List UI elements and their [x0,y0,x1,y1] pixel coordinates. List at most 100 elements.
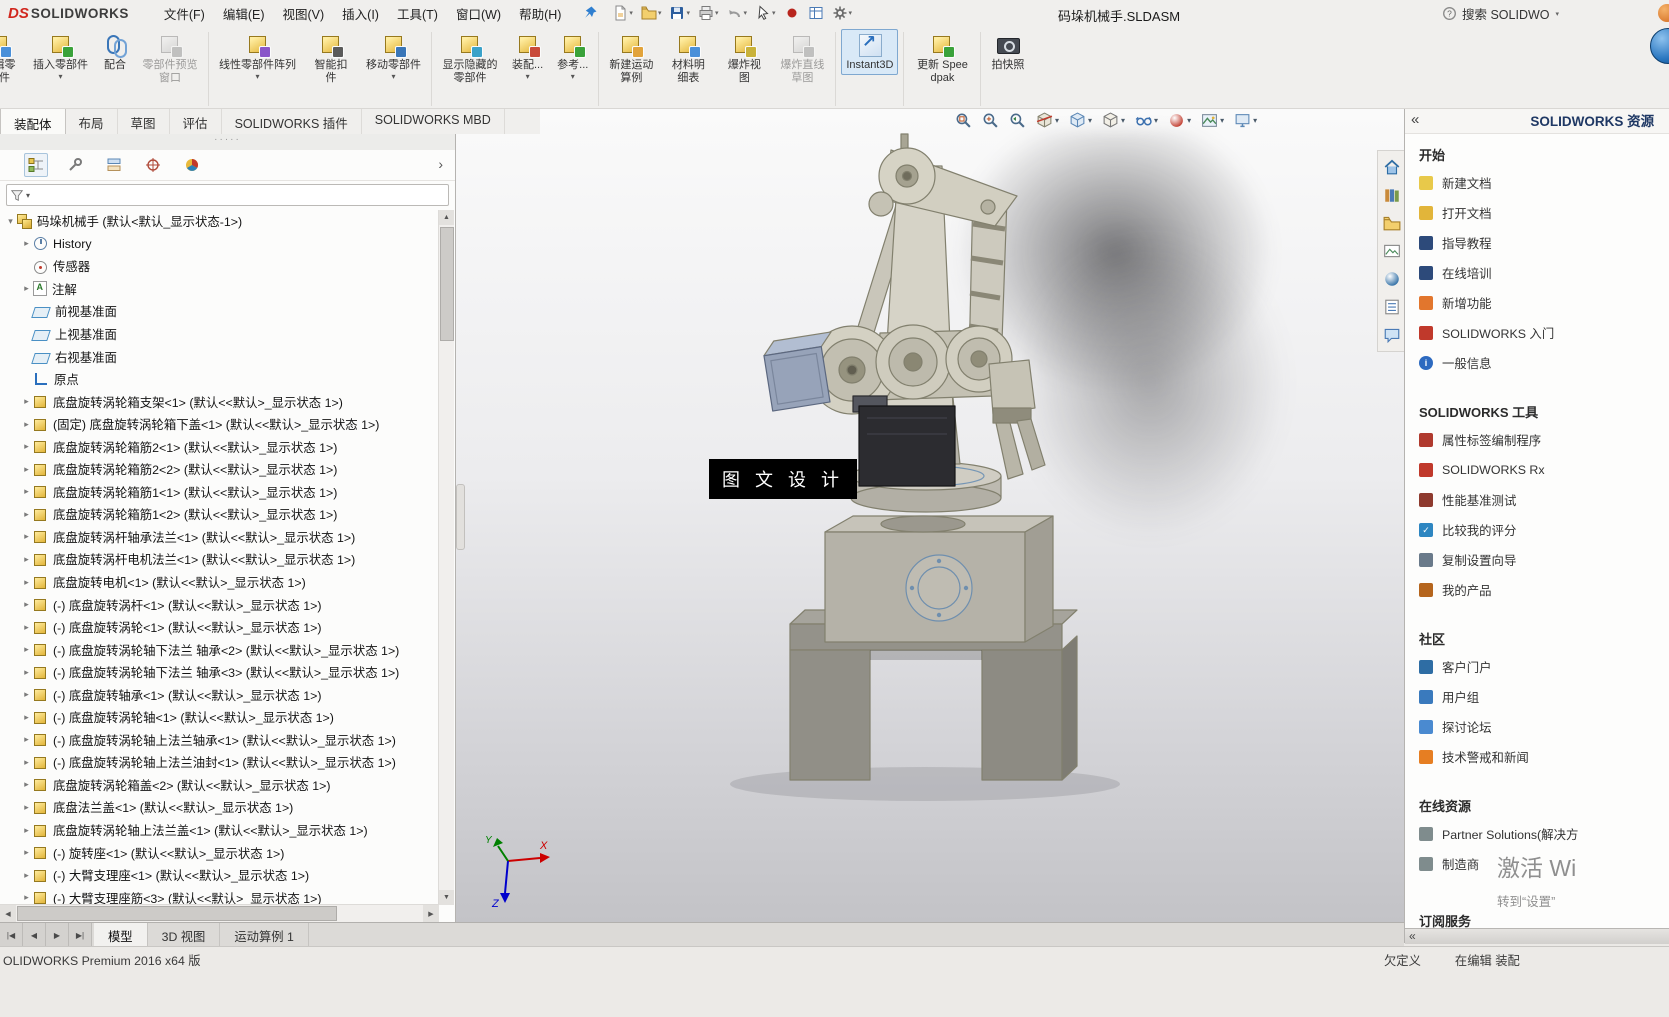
taskpane-link[interactable]: 性能基准测试 [1419,485,1669,515]
expand-arrow-icon[interactable]: ▸ [20,847,33,858]
tree-item[interactable]: ▸底盘旋转涡轮箱筋2<1> (默认<<默认>_显示状态 1>) [0,435,438,458]
tree-horizontal-scrollbar[interactable]: ◀ ▶ [0,904,439,922]
taskpane-link[interactable]: 新增功能 [1419,288,1669,318]
configuration-manager-tab[interactable] [102,153,126,177]
custom-properties-tab[interactable] [1378,293,1405,321]
apply-scene-button[interactable]: ▾ [1201,112,1224,129]
expand-arrow-icon[interactable]: ▸ [20,509,33,520]
undo-button[interactable]: ▾ [724,3,749,23]
scroll-left-arrow[interactable]: ◀ [0,905,16,922]
doc-tab-2[interactable]: 运动算例 1 [220,923,308,947]
expand-arrow-icon[interactable]: ▸ [20,779,33,790]
record-button[interactable] [782,3,802,23]
expand-arrow-icon[interactable]: ▸ [20,577,33,588]
scroll-right-arrow[interactable]: ▶ [423,905,439,922]
insert-component-button[interactable]: 插入零部件▾ [28,29,93,84]
expand-arrow-icon[interactable]: ▸ [20,531,33,542]
linear-pattern-button[interactable]: 线性零部件阵列▾ [214,29,301,84]
tree-item[interactable]: 上视基准面 [0,323,438,346]
expand-arrow-icon[interactable]: ▸ [20,734,33,745]
command-tab-1[interactable]: 布局 [66,108,118,134]
tree-item[interactable]: ▸底盘旋转涡轮箱盖<2> (默认<<默认>_显示状态 1>) [0,774,438,797]
tree-item[interactable]: 右视基准面 [0,345,438,368]
smart-fasteners-button[interactable]: 智能扣件 [305,29,357,87]
resources-home-tab[interactable] [1378,153,1405,181]
tree-item[interactable]: ▸底盘旋转涡轮轴上法兰盖<1> (默认<<默认>_显示状态 1>) [0,819,438,842]
user-avatar[interactable] [1658,4,1669,22]
taskpane-link[interactable]: 用户组 [1419,682,1669,712]
appearances-tab[interactable] [1378,265,1405,293]
expand-arrow-icon[interactable]: ▸ [20,464,33,475]
tree-item[interactable]: ▸底盘法兰盖<1> (默认<<默认>_显示状态 1>) [0,796,438,819]
expand-arrow-icon[interactable]: ▸ [20,396,33,407]
expand-arrow-icon[interactable]: ▸ [20,644,33,655]
scroll-down-arrow[interactable]: ▼ [439,890,454,905]
panel-flyout-arrow[interactable]: › [438,156,443,172]
menu-edit[interactable]: 编辑(E) [214,0,274,27]
search-box[interactable]: ? 搜索 SOLIDWO ▾ [1442,4,1559,23]
tree-item[interactable]: ▸底盘旋转涡轮箱支架<1> (默认<<默认>_显示状态 1>) [0,390,438,413]
tree-item[interactable]: ▸底盘旋转涡轮箱筋2<2> (默认<<默认>_显示状态 1>) [0,458,438,481]
collapse-section-icon[interactable]: « [1405,929,1420,945]
taskpane-link[interactable]: ✓比较我的评分 [1419,515,1669,545]
reference-geometry-button[interactable]: 参考...▾ [552,29,593,84]
zoom-previous-button[interactable] [1009,112,1026,129]
menu-window[interactable]: 窗口(W) [447,0,510,27]
taskpane-link[interactable]: 指导教程 [1419,228,1669,258]
taskpane-link[interactable]: 打开文档 [1419,198,1669,228]
command-tab-3[interactable]: 评估 [170,108,222,134]
forum-tab[interactable] [1378,321,1405,349]
taskpane-link[interactable]: SOLIDWORKS Rx [1419,455,1669,485]
tree-filter-input[interactable]: ▾ [6,184,449,206]
view-palette-tab[interactable] [1378,237,1405,265]
expand-arrow-icon[interactable]: ▸ [20,486,33,497]
command-tab-4[interactable]: SOLIDWORKS 插件 [222,108,362,134]
open-document-button[interactable]: ▾ [639,3,664,23]
scroll-up-arrow[interactable]: ▲ [439,210,454,225]
taskpane-link[interactable]: 客户门户 [1419,652,1669,682]
first-tab-button[interactable]: |◀ [0,923,23,947]
taskpane-link[interactable]: 技术警戒和新闻 [1419,742,1669,772]
tree-item[interactable]: ▸(-) 大臂支理座<1> (默认<<默认>_显示状态 1>) [0,864,438,887]
tree-item[interactable]: ▸(固定) 底盘旋转涡轮箱下盖<1> (默认<<默认>_显示状态 1>) [0,413,438,436]
taskpane-link[interactable]: 我的产品 [1419,575,1669,605]
take-snapshot-button[interactable]: 拍快照 [986,29,1029,75]
update-speedpak-button[interactable]: 更新 Speedpak [909,29,975,87]
expand-arrow-icon[interactable]: ▸ [20,283,33,294]
hide-show-items-button[interactable]: ▾ [1135,112,1158,129]
new-document-button[interactable]: ▾ [610,3,635,23]
edit-component-button[interactable]: 编辑零部件 [0,29,24,87]
menu-insert[interactable]: 插入(I) [333,0,388,27]
exploded-view-button[interactable]: 爆炸视图 [718,29,770,87]
doc-tab-0[interactable]: 模型 [94,923,148,947]
tree-item[interactable]: ▸(-) 底盘旋转涡轮轴下法兰 轴承<3> (默认<<默认>_显示状态 1>) [0,661,438,684]
feature-manager-tab[interactable] [24,153,48,177]
evaluate-sheet-button[interactable] [806,3,826,23]
expand-arrow-icon[interactable]: ▸ [20,712,33,723]
tree-item[interactable]: ▸底盘旋转涡轮箱筋1<2> (默认<<默认>_显示状态 1>) [0,503,438,526]
bom-button[interactable]: 材料明细表 [662,29,714,87]
display-style-button[interactable]: ▾ [1102,112,1125,129]
expand-arrow-icon[interactable]: ▾ [4,216,17,227]
taskpane-link[interactable]: Partner Solutions(解决方 [1419,819,1669,849]
taskpane-link[interactable]: SOLIDWORKS 入门 [1419,318,1669,348]
tree-item[interactable]: ▸底盘旋转涡杆轴承法兰<1> (默认<<默认>_显示状态 1>) [0,526,438,549]
display-manager-tab[interactable] [180,153,204,177]
tree-item[interactable]: ▸底盘旋转涡轮箱筋1<1> (默认<<默认>_显示状态 1>) [0,481,438,504]
expand-arrow-icon[interactable]: ▸ [20,554,33,565]
menu-view[interactable]: 视图(V) [273,0,333,27]
command-tab-5[interactable]: SOLIDWORKS MBD [362,108,505,134]
tree-item[interactable]: ▸(-) 底盘旋转涡轮轴上法兰轴承<1> (默认<<默认>_显示状态 1>) [0,729,438,752]
instant3d-button[interactable]: ↗Instant3D [841,29,898,75]
options-gear-button[interactable]: ▾ [830,3,855,23]
tree-item[interactable]: ▸History [0,233,438,256]
view-orientation-button[interactable]: ▾ [1069,112,1092,129]
tree-item[interactable]: ▸(-) 底盘旋转轴承<1> (默认<<默认>_显示状态 1>) [0,683,438,706]
expand-arrow-icon[interactable]: ▸ [20,419,33,430]
menu-file[interactable]: 文件(F) [155,0,214,27]
last-tab-button[interactable]: ▶| [69,923,92,947]
print-button[interactable]: ▾ [696,3,721,23]
expand-arrow-icon[interactable]: ▸ [20,622,33,633]
scrollbar-thumb[interactable] [17,906,337,921]
prev-tab-button[interactable]: ◀ [23,923,46,947]
